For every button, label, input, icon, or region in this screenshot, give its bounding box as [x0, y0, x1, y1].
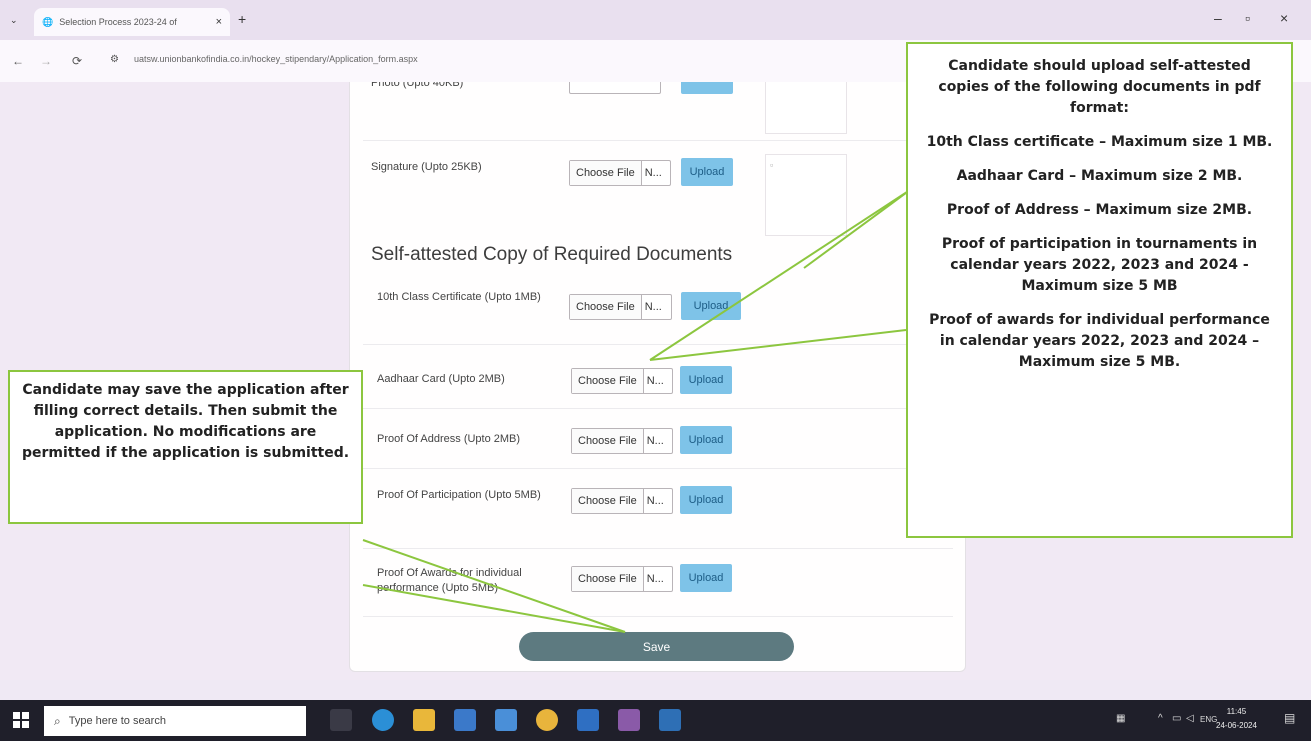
windows-taskbar: ⌕ Type here to search ▦ ^ ▭ ◁ ENG 11:45 … — [0, 700, 1311, 741]
annotation-aadhaar: Aadhaar Card – Maximum size 2 MB. — [956, 168, 1243, 184]
documents-annotation: Candidate should upload self-attested co… — [906, 42, 1293, 538]
search-icon: ⌕ — [54, 713, 61, 728]
connector-save-b — [362, 584, 626, 633]
network-icon[interactable]: ▭ — [1172, 713, 1181, 724]
task-view-icon[interactable] — [330, 709, 352, 731]
annotation-awards: Proof of awards for individual performan… — [929, 312, 1270, 370]
volume-icon[interactable]: ◁ — [1186, 713, 1194, 724]
mail-icon[interactable] — [495, 709, 517, 731]
annotation-participation: Proof of participation in tournaments in… — [941, 236, 1258, 294]
chrome-icon[interactable] — [536, 709, 558, 731]
taskbar-search-placeholder: Type here to search — [68, 715, 166, 727]
save-annotation: Candidate may save the application after… — [8, 370, 363, 524]
windows-start-icon[interactable] — [13, 712, 29, 728]
annotation-intro: Candidate should upload self-attested co… — [938, 58, 1261, 116]
connector-save-a — [362, 539, 626, 633]
notifications-icon[interactable]: ▤ — [1284, 711, 1295, 725]
language-indicator[interactable]: ENG — [1200, 715, 1217, 724]
file-explorer-icon[interactable] — [413, 709, 435, 731]
taskbar-clock[interactable]: 11:45 24-06-2024 — [1216, 705, 1257, 733]
clock-time: 11:45 — [1226, 707, 1247, 716]
taskbar-search-box[interactable]: ⌕ Type here to search — [44, 706, 306, 736]
annotation-save-text: Candidate may save the application after… — [21, 382, 350, 461]
tray-chevron-icon[interactable]: ^ — [1158, 713, 1163, 724]
annotation-address: Proof of Address – Maximum size 2MB. — [946, 202, 1253, 218]
store-icon[interactable] — [454, 709, 476, 731]
edge-icon[interactable] — [372, 709, 394, 731]
connector-heading — [803, 189, 911, 269]
app-icon[interactable] — [659, 709, 681, 731]
annotation-10th: 10th Class certificate – Maximum size 1 … — [926, 134, 1273, 150]
clock-date: 24-06-2024 — [1216, 721, 1257, 730]
photos-icon[interactable] — [618, 709, 640, 731]
outlook-icon[interactable] — [577, 709, 599, 731]
keyboard-icon[interactable]: ▦ — [1116, 713, 1125, 724]
